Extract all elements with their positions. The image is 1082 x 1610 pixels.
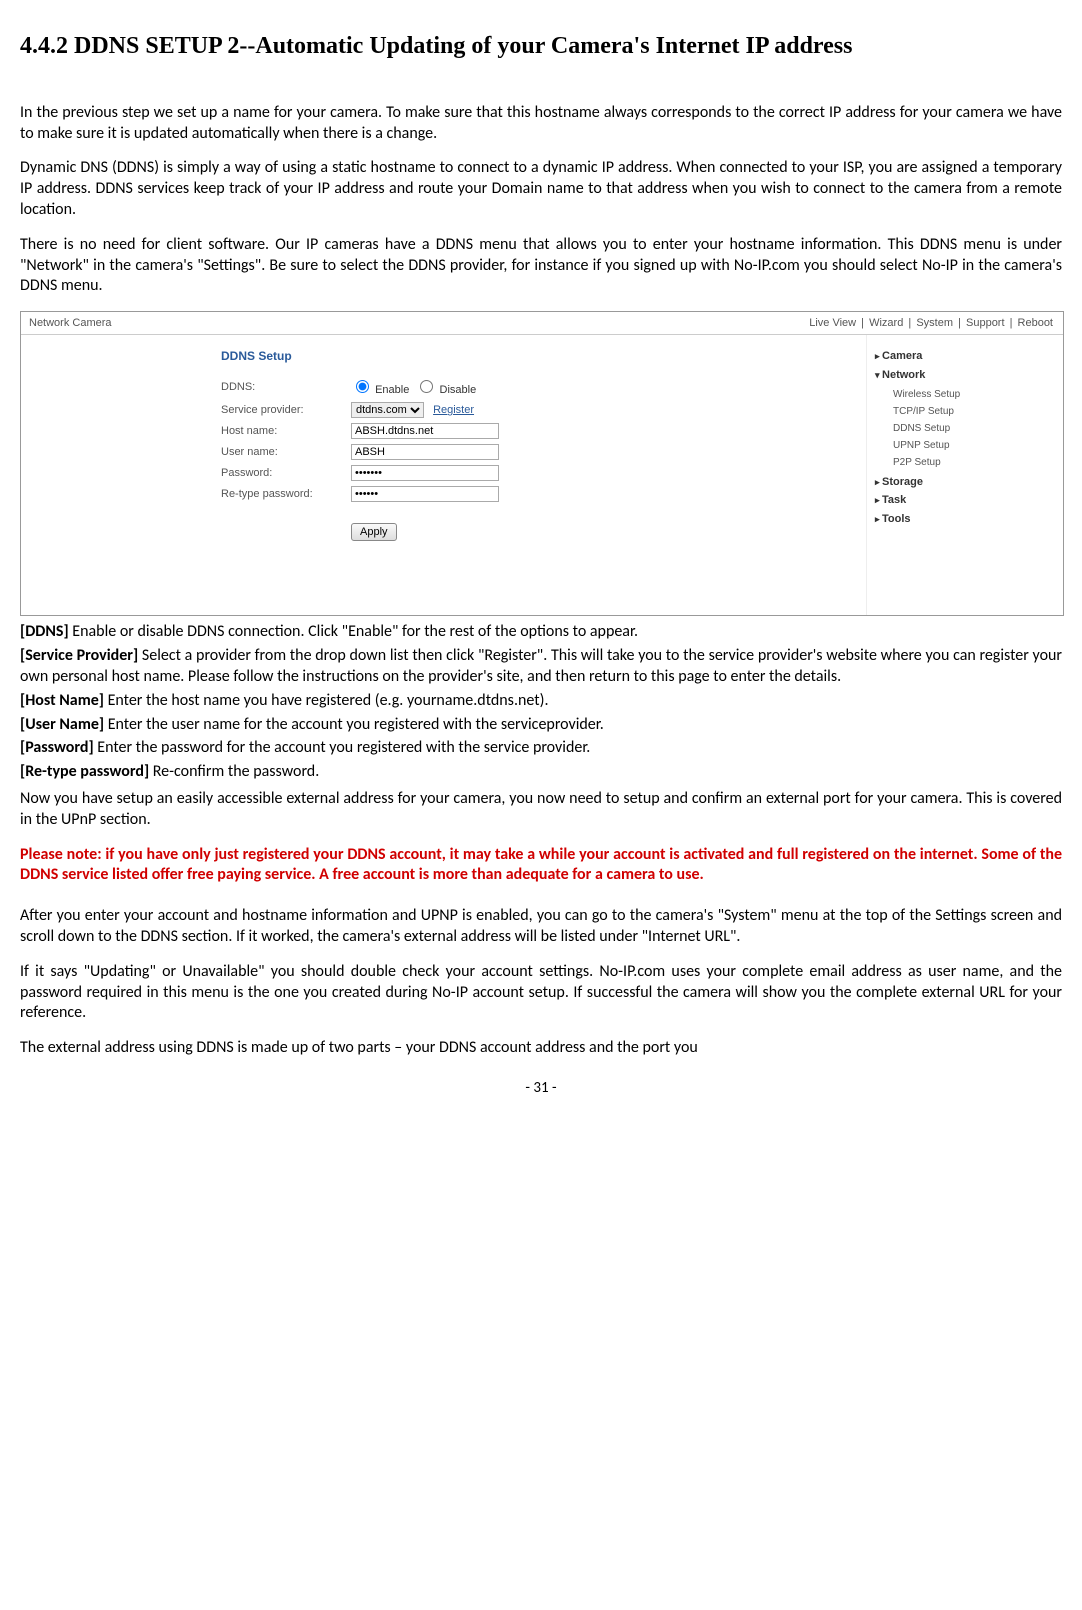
pw-label: Password: (221, 466, 351, 480)
rpw-label: Re-type password: (221, 487, 351, 501)
def-password: [Password] Enter the password for the ac… (20, 738, 1062, 759)
form-title: DDNS Setup (221, 349, 866, 365)
user-label: User name: (221, 445, 351, 459)
host-label: Host name: (221, 424, 351, 438)
apply-button[interactable]: Apply (351, 523, 397, 541)
host-name-input[interactable] (351, 423, 499, 439)
screenshot-topbar: Network Camera Live View | Wizard | Syst… (21, 312, 1063, 335)
service-provider-select[interactable]: dtdns.com (351, 402, 424, 418)
section-heading: 4.4.2 DDNS SETUP 2--Automatic Updating o… (20, 20, 1062, 73)
nav-wizard[interactable]: Wizard (869, 317, 903, 329)
user-name-input[interactable] (351, 444, 499, 460)
retype-password-input[interactable] (351, 486, 499, 502)
paragraph-1: In the previous step we set up a name fo… (20, 103, 1062, 145)
def-ddns: [DDNS] Enable or disable DDNS connection… (20, 622, 1062, 643)
side-p2p[interactable]: P2P Setup (893, 454, 1055, 471)
sp-label: Service provider: (221, 403, 351, 417)
definitions: [DDNS] Enable or disable DDNS connection… (20, 622, 1062, 783)
nav-support[interactable]: Support (966, 317, 1005, 329)
paragraph-6: If it says "Updating" or Unavailable" yo… (20, 962, 1062, 1024)
disable-label: Disable (440, 384, 477, 396)
ddns-label: DDNS: (221, 380, 351, 394)
side-ddns[interactable]: DDNS Setup (893, 420, 1055, 437)
screenshot-sidebar: Camera Network Wireless Setup TCP/IP Set… (866, 335, 1063, 615)
screenshot-main: DDNS Setup DDNS: Enable Disable Service … (21, 335, 866, 615)
top-nav: Live View | Wizard | System | Support | … (807, 316, 1055, 330)
note-warning: Please note: if you have only just regis… (20, 845, 1062, 887)
paragraph-2: Dynamic DNS (DDNS) is simply a way of us… (20, 158, 1062, 220)
def-user-name: [User Name] Enter the user name for the … (20, 715, 1062, 736)
def-service-provider: [Service Provider] Select a provider fro… (20, 646, 1062, 688)
app-title: Network Camera (29, 316, 112, 330)
side-tools[interactable]: Tools (875, 512, 1055, 526)
paragraph-5: After you enter your account and hostnam… (20, 906, 1062, 948)
side-storage[interactable]: Storage (875, 475, 1055, 489)
paragraph-7: The external address using DDNS is made … (20, 1038, 1062, 1059)
side-camera[interactable]: Camera (875, 349, 1055, 363)
def-host-name: [Host Name] Enter the host name you have… (20, 691, 1062, 712)
side-network[interactable]: Network (875, 368, 1055, 382)
enable-label: Enable (375, 384, 409, 396)
side-tcpip[interactable]: TCP/IP Setup (893, 403, 1055, 420)
paragraph-3: There is no need for client software. Ou… (20, 235, 1062, 297)
nav-reboot[interactable]: Reboot (1018, 317, 1053, 329)
side-task[interactable]: Task (875, 493, 1055, 507)
ddns-screenshot: Network Camera Live View | Wizard | Syst… (20, 311, 1064, 616)
nav-live-view[interactable]: Live View (809, 317, 856, 329)
password-input[interactable] (351, 465, 499, 481)
ddns-disable-radio[interactable] (420, 380, 433, 393)
side-wireless[interactable]: Wireless Setup (893, 386, 1055, 403)
register-link[interactable]: Register (433, 404, 474, 416)
side-upnp[interactable]: UPNP Setup (893, 437, 1055, 454)
paragraph-4: Now you have setup an easily accessible … (20, 789, 1062, 831)
ddns-enable-radio[interactable] (356, 380, 369, 393)
def-retype-password: [Re-type password] Re-confirm the passwo… (20, 762, 1062, 783)
page-number: - 31 - (20, 1079, 1062, 1099)
nav-system[interactable]: System (916, 317, 953, 329)
